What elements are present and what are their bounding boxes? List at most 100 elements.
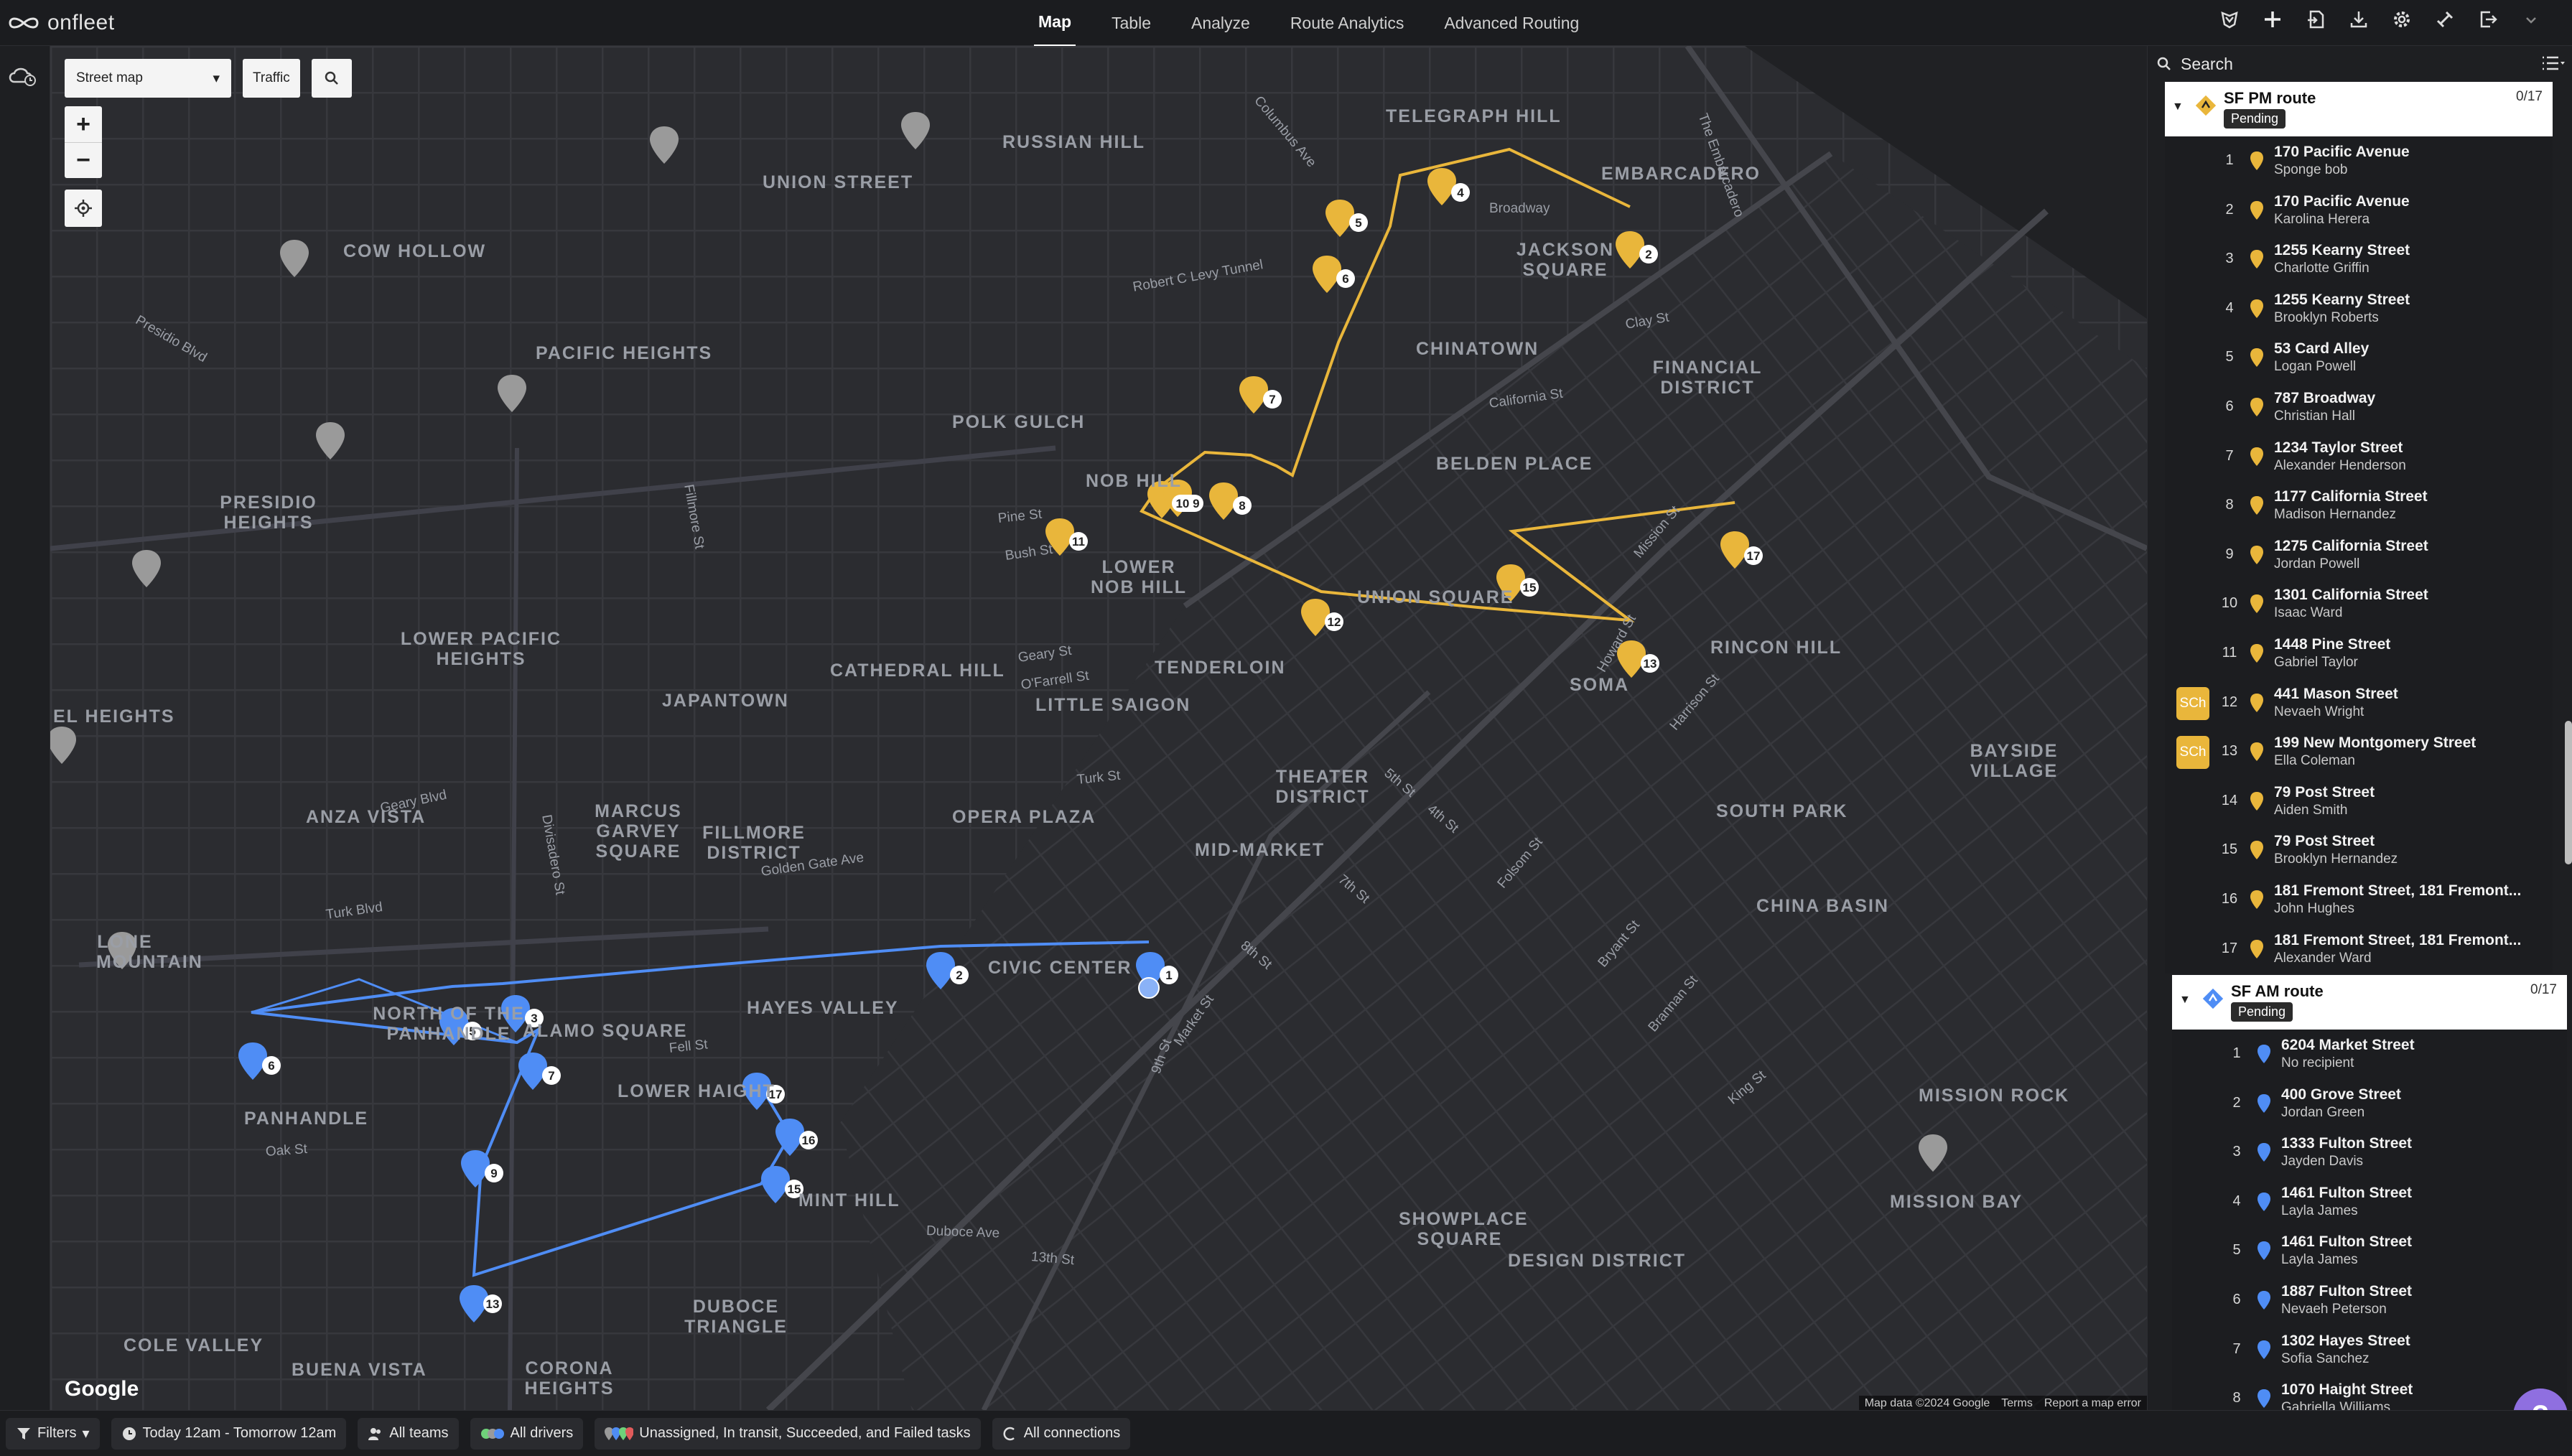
connections-filter[interactable]: All connections [992,1417,1131,1450]
sidebar-search[interactable]: Search [2148,46,2572,82]
stop-number: 13 [2221,743,2238,760]
stop-row[interactable]: 15 79 Post Street Brooklyn Hernandez [2165,826,2553,875]
collapse-caret-icon[interactable]: ▼ [2172,101,2184,113]
stop-row[interactable]: 16 181 Fremont Street, 181 Fremont... John… [2165,875,2553,925]
teams-filter[interactable]: All teams [358,1417,459,1450]
route-icon[interactable] [2217,7,2242,32]
stop-row[interactable]: 1 6204 Market Street No recipient [2172,1030,2567,1079]
stop-address: 441 Mason Street [2274,685,2398,702]
zoom-out-button[interactable]: − [65,142,102,178]
import-icon[interactable] [2303,7,2328,32]
stop-row[interactable]: 7 1302 Hayes Street Sofia Sanchez [2172,1325,2567,1375]
tab-route-analytics[interactable]: Route Analytics [1286,1,1409,46]
stop-recipient: Sponge bob [2274,162,2348,177]
map-label: LONE MOUNTAIN [96,932,203,972]
stop-row[interactable]: 2 400 Grove Street Jordan Green [2172,1079,2567,1129]
report-error-link[interactable]: Report a map error [2039,1396,2147,1410]
street-label: Broadway [1489,201,1550,216]
task-status-filter[interactable]: Unassigned, In transit, Succeeded, and F… [595,1417,981,1450]
stop-recipient: Nevaeh Peterson [2281,1301,2387,1317]
route-header[interactable]: ▼ SF PM route Pending 0/17 [2165,82,2553,136]
route-card-am[interactable]: ▼ SF AM route Pending 0/17 1 6204 Market … [2172,975,2567,1410]
tab-map[interactable]: Map [1034,0,1076,47]
map-label: FILLMORE DISTRICT [702,823,806,863]
left-strip [0,46,50,1410]
stop-address: 1887 Fulton Street [2281,1282,2413,1299]
route-card-pm[interactable]: ▼ SF PM route Pending 0/17 1 170 Pacific … [2165,82,2553,974]
route-icon [2202,988,2224,1009]
drivers-filter[interactable]: All drivers [470,1417,584,1450]
map-pin-icon [2250,151,2263,170]
collapse-icon[interactable] [2519,7,2543,32]
stop-row[interactable]: 9 1275 California Street Jordan Powell [2165,531,2553,580]
brand[interactable]: onfleet [7,9,115,37]
stop-row[interactable]: SCh 13 199 New Montgomery Street Ella Colem… [2165,727,2553,777]
stop-recipient: Christian Hall [2274,408,2355,424]
time-filter[interactable]: Today 12am - Tomorrow 12am [111,1417,347,1450]
traffic-button[interactable]: Traffic [243,59,300,98]
stop-row[interactable]: 17 181 Fremont Street, 181 Fremont... Alex… [2165,925,2553,974]
collapse-caret-icon[interactable]: ▼ [2179,994,2191,1007]
map-label: SOMA [1570,675,1629,695]
plus-icon[interactable] [2260,7,2285,32]
svg-text:1: 1 [1165,969,1172,982]
map-label: BUENA VISTA [292,1360,427,1380]
stop-row[interactable]: 2 170 Pacific Avenue Karolina Herera [2165,186,2553,235]
stop-row[interactable]: 14 79 Post Street Aiden Smith [2165,777,2553,826]
map-type-select[interactable]: Street map ▾ [65,59,231,98]
filters-button[interactable]: Filters ▾ [6,1417,100,1450]
search-icon [2157,57,2171,70]
stop-row[interactable]: 4 1255 Kearny Street Brooklyn Roberts [2165,284,2553,334]
route-header[interactable]: ▼ SF AM route Pending 0/17 [2172,975,2567,1030]
stop-number: 4 [2232,1193,2241,1209]
top-bar: onfleet Map Table Analyze Route Analytic… [0,0,2572,47]
map-label: CATHEDRAL HILL [830,661,1005,681]
list-view-icon[interactable] [2541,55,2566,72]
map-pin-icon [2250,545,2263,564]
map-search-button[interactable] [311,59,352,98]
stop-row[interactable]: SCh 12 441 Mason Street Nevaeh Wright [2165,678,2553,728]
download-icon[interactable] [2347,7,2371,32]
locate-button[interactable] [65,190,102,227]
terms-link[interactable]: Terms [1995,1396,2039,1410]
stop-row[interactable]: 4 1461 Fulton Street Layla James [2172,1177,2567,1227]
stop-number: 2 [2232,1094,2241,1111]
map-label: TENDERLOIN [1155,658,1286,678]
stop-row[interactable]: 3 1333 Fulton Street Jayden Davis [2172,1128,2567,1177]
stop-row[interactable]: 6 1887 Fulton Street Nevaeh Peterson [2172,1276,2567,1325]
tab-advanced-routing[interactable]: Advanced Routing [1440,1,1583,46]
stop-address: 1070 Haight Street [2281,1381,2413,1399]
zoom-in-button[interactable]: + [65,106,102,142]
stop-row[interactable]: 10 1301 California Street Isaac Ward [2165,579,2553,629]
map-pin-icon [2250,939,2263,958]
stop-row[interactable]: 8 1177 California Street Madison Hernandez [2165,481,2553,531]
sidebar-scrollbar[interactable] [2565,721,2572,864]
integrations-icon[interactable] [2433,7,2457,32]
stop-number: 3 [2232,1144,2241,1160]
tab-analyze[interactable]: Analyze [1187,1,1254,46]
logout-icon[interactable] [2476,7,2500,32]
route-name: SF AM route [2231,982,2324,1000]
route-progress: 0/17 [2530,982,2557,997]
route-name: SF PM route [2224,89,2316,107]
stop-row[interactable]: 1 170 Pacific Avenue Sponge bob [2165,136,2553,186]
stop-row[interactable]: 8 1070 Haight Street Gabriella Williams [2172,1374,2567,1410]
route-icon [2195,95,2217,116]
tab-table[interactable]: Table [1107,1,1155,46]
stop-row[interactable]: 5 1461 Fulton Street Layla James [2172,1226,2567,1276]
stop-row[interactable]: 6 787 Broadway Christian Hall [2165,383,2553,432]
scheduled-badge: SCh [2176,686,2209,720]
filter-bar: Filters ▾ Today 12am - Tomorrow 12am All… [0,1410,2572,1456]
stop-row[interactable]: 7 1234 Taylor Street Alexander Henderson [2165,432,2553,482]
time-filter-label: Today 12am - Tomorrow 12am [142,1425,337,1441]
map-pin-icon [2250,594,2263,614]
weather-cloud-icon[interactable] [7,63,40,88]
stop-address: 1461 Fulton Street [2281,1233,2413,1251]
stop-row[interactable]: 3 1255 Kearny Street Charlotte Griffin [2165,235,2553,284]
settings-icon[interactable] [2390,7,2414,32]
svg-text:13: 13 [486,1297,500,1311]
stop-row[interactable]: 11 1448 Pine Street Gabriel Taylor [2165,629,2553,678]
map-controls: Street map ▾ Traffic [65,59,352,98]
map-view[interactable]: 4 2 5 6 7 8 10 9 11 12 15 13 17 1 2 3 5 … [50,46,2147,1410]
stop-row[interactable]: 5 53 Card Alley Logan Powell [2165,333,2553,383]
